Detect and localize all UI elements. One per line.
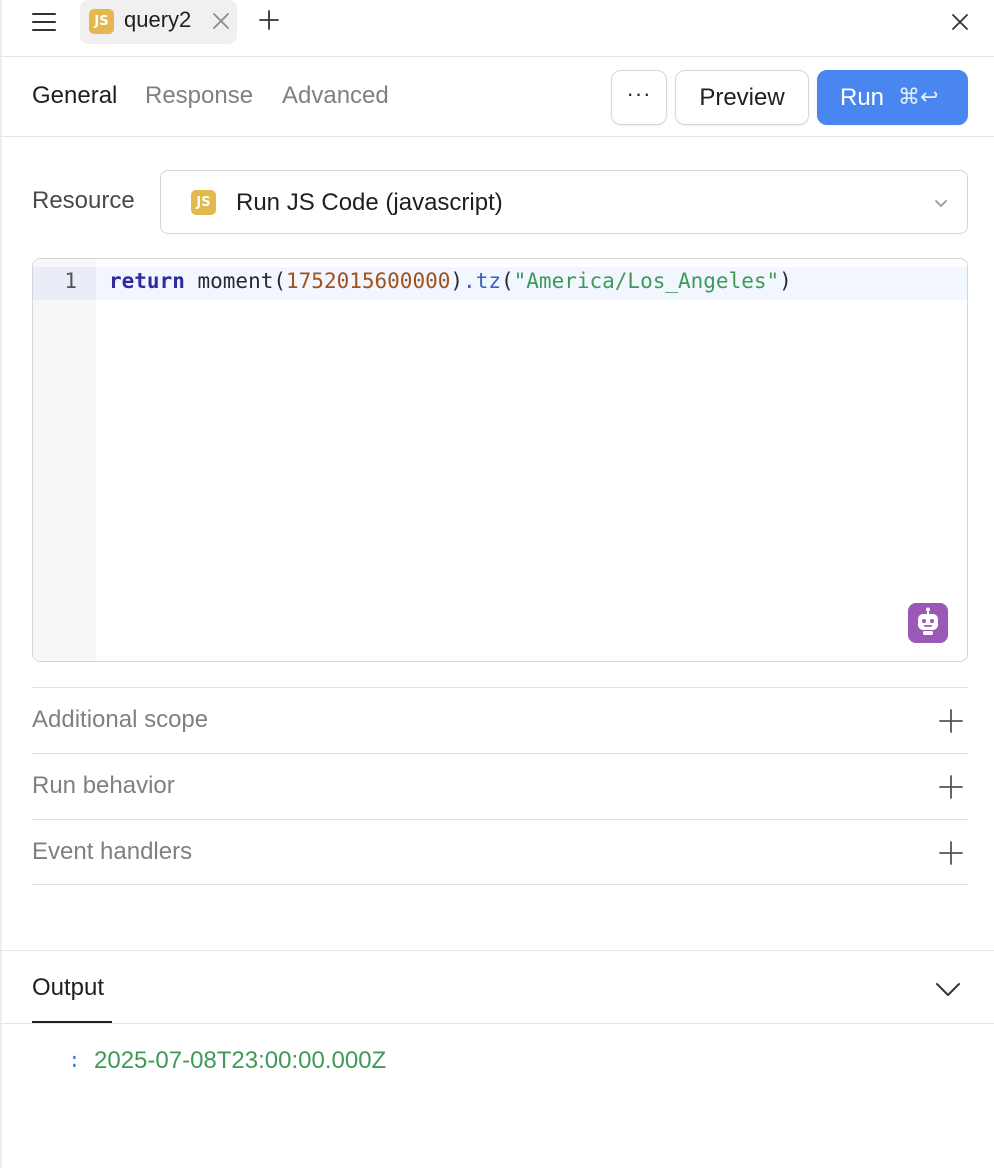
code-method: .tz bbox=[463, 269, 501, 293]
add-tab-plus-icon[interactable] bbox=[258, 9, 280, 31]
run-shortcut-hint: ⌘↩ bbox=[898, 85, 939, 110]
section-label: Run behavior bbox=[32, 772, 175, 799]
tab-response[interactable]: Response bbox=[145, 82, 253, 110]
code-paren-close-2: ) bbox=[779, 269, 792, 293]
section-label: Additional scope bbox=[32, 706, 209, 733]
section-label: Event handlers bbox=[32, 838, 193, 865]
section-run-behavior[interactable]: Run behavior bbox=[32, 753, 968, 819]
js-resource-icon: JS bbox=[191, 190, 216, 215]
section-event-handlers[interactable]: Event handlers bbox=[32, 819, 968, 885]
query-tab-name: query2 bbox=[124, 7, 192, 32]
section-divider bbox=[32, 884, 968, 885]
tab-advanced[interactable]: Advanced bbox=[282, 82, 389, 110]
expand-plus-icon[interactable] bbox=[938, 840, 964, 866]
section-additional-scope[interactable]: Additional scope bbox=[32, 687, 968, 753]
output-tab-underline bbox=[32, 1021, 112, 1023]
code-keyword: return bbox=[109, 269, 185, 293]
line-number: 1 bbox=[64, 269, 77, 293]
output-value: 2025-07-08T23:00:00.000Z bbox=[94, 1047, 387, 1074]
resource-label: Resource bbox=[32, 187, 135, 214]
output-tab-label[interactable]: Output bbox=[32, 974, 104, 1002]
preview-button[interactable]: Preview bbox=[675, 70, 809, 125]
js-badge-icon: JS bbox=[89, 9, 114, 34]
code-line[interactable]: return moment(1752015600000).tz("America… bbox=[109, 269, 792, 293]
code-function: moment( bbox=[184, 269, 287, 293]
close-panel-icon[interactable] bbox=[950, 12, 970, 32]
query-tab-bar: JS query2 bbox=[0, 0, 994, 57]
code-paren-open: ( bbox=[500, 269, 514, 293]
run-button-label: Run bbox=[840, 84, 885, 111]
resource-selected-value: Run JS Code (javascript) bbox=[236, 189, 503, 216]
query-tab[interactable]: JS query2 bbox=[80, 0, 237, 44]
expand-plus-icon[interactable] bbox=[938, 774, 964, 800]
code-paren-close: ) bbox=[450, 269, 464, 293]
ai-assistant-robot-icon[interactable] bbox=[908, 603, 948, 643]
tab-general[interactable]: General bbox=[32, 82, 117, 110]
tab-close-icon[interactable] bbox=[212, 12, 230, 30]
hamburger-menu-icon[interactable] bbox=[30, 10, 58, 34]
code-number: 1752015600000 bbox=[286, 269, 451, 293]
output-header[interactable]: Output bbox=[0, 950, 994, 1024]
resource-select[interactable]: JS Run JS Code (javascript) bbox=[160, 170, 968, 234]
query-editor-header: General Response Advanced ··· Preview Ru… bbox=[0, 57, 994, 137]
chevron-down-icon bbox=[933, 195, 949, 211]
collapse-chevron-down-icon[interactable] bbox=[934, 977, 962, 1001]
code-editor[interactable]: 1 return moment(1752015600000).tz("Ameri… bbox=[32, 258, 968, 662]
output-key-separator: : bbox=[68, 1048, 81, 1072]
more-options-button[interactable]: ··· bbox=[611, 70, 667, 125]
more-dots-icon: ··· bbox=[626, 81, 652, 106]
code-string: "America/Los_Angeles" bbox=[513, 269, 780, 293]
line-number-gutter bbox=[33, 259, 96, 661]
expand-plus-icon[interactable] bbox=[938, 708, 964, 734]
run-button[interactable]: Run ⌘↩ bbox=[817, 70, 968, 125]
